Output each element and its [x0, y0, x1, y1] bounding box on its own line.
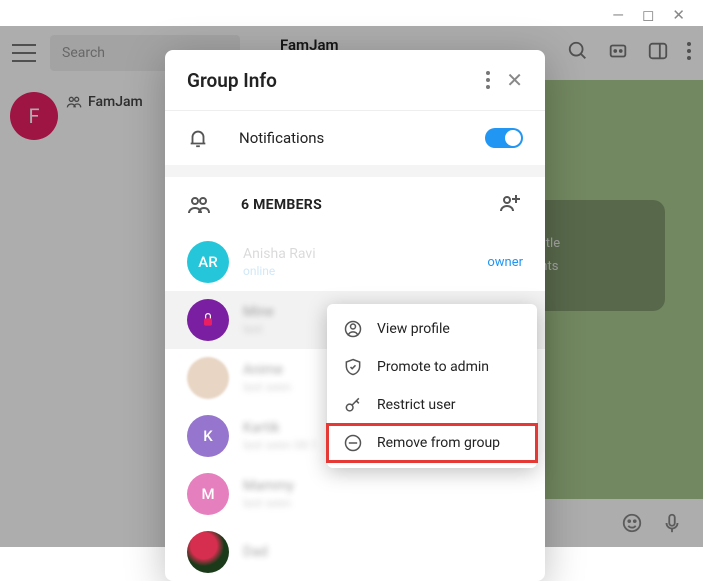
member-row[interactable]: AR Anisha Ravi online owner [165, 233, 545, 291]
avatar: M [187, 473, 229, 515]
hint-text: ghts [533, 255, 647, 278]
maximize-button[interactable]: ◻ [642, 6, 654, 24]
avatar [187, 299, 229, 341]
menu-remove-from-group[interactable]: Remove from group [327, 424, 537, 462]
menu-restrict-user[interactable]: Restrict user [327, 386, 537, 424]
section-gap [165, 165, 545, 177]
profile-icon [343, 319, 363, 339]
sidepanel-icon[interactable] [647, 40, 669, 62]
member-row[interactable]: M Mammy last seen [165, 465, 545, 523]
top-icons [567, 40, 691, 62]
avatar: AR [187, 241, 229, 283]
sidebar-item-famjam[interactable]: FamJam [66, 94, 143, 110]
menu-label: Remove from group [377, 435, 500, 451]
avatar [187, 531, 229, 573]
member-name: Mammy [243, 478, 523, 494]
menu-view-profile[interactable]: View profile [327, 310, 537, 348]
bot-icon[interactable] [607, 40, 629, 62]
members-icon [187, 195, 211, 215]
notifications-toggle[interactable] [485, 128, 523, 148]
modal-more-icon[interactable] [486, 71, 490, 89]
add-member-button[interactable] [499, 193, 523, 217]
member-name: Dad [243, 544, 523, 560]
member-info: Anisha Ravi online [243, 246, 473, 278]
context-menu: View profile Promote to admin Restrict u… [327, 304, 537, 468]
emoji-icon[interactable] [621, 512, 643, 534]
members-header: 6 MEMBERS [165, 177, 545, 233]
avatar: K [187, 415, 229, 457]
owner-badge: owner [487, 255, 523, 270]
bell-icon [187, 127, 209, 149]
modal-header: Group Info ✕ [165, 50, 545, 110]
member-name: Anisha Ravi [243, 246, 473, 262]
menu-label: Restrict user [377, 397, 456, 413]
sidebar-item-label: FamJam [88, 94, 143, 110]
menu-promote-admin[interactable]: Promote to admin [327, 348, 537, 386]
member-info: Dad [243, 544, 523, 560]
modal-close-icon[interactable]: ✕ [506, 68, 523, 92]
sidebar-avatar[interactable]: F [10, 92, 58, 140]
remove-icon [343, 433, 363, 453]
more-icon[interactable] [687, 40, 691, 62]
member-status: online [243, 264, 473, 278]
close-window-button[interactable]: ✕ [672, 6, 685, 24]
key-icon [343, 395, 363, 415]
search-icon[interactable] [567, 40, 589, 62]
mic-icon[interactable] [661, 512, 683, 534]
minimize-button[interactable]: — [612, 6, 624, 24]
avatar [187, 357, 229, 399]
menu-icon[interactable] [12, 44, 36, 62]
members-count-label: 6 MEMBERS [241, 197, 469, 213]
modal-title: Group Info [187, 69, 470, 92]
lock-icon [198, 312, 218, 328]
notifications-label: Notifications [239, 129, 455, 147]
menu-label: View profile [377, 321, 450, 337]
group-icon [66, 95, 82, 109]
member-status: last seen [243, 496, 523, 510]
shield-icon [343, 357, 363, 377]
member-info: Mammy last seen [243, 478, 523, 510]
member-row[interactable]: Dad [165, 523, 545, 581]
window-controls: — ◻ ✕ [612, 0, 703, 30]
hint-text: /title [533, 232, 647, 255]
menu-label: Promote to admin [377, 359, 489, 375]
notifications-row: Notifications [165, 111, 545, 165]
